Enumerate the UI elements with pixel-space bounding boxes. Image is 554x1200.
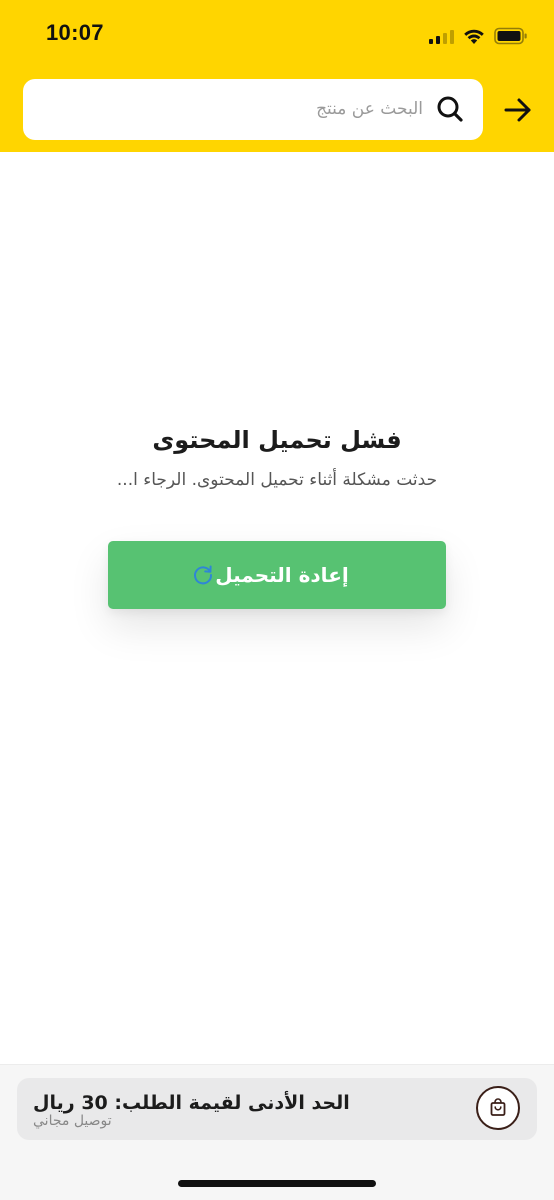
reload-button-label: إعادة التحميل [215, 563, 349, 587]
wifi-icon [464, 29, 484, 44]
status-time: 10:07 [46, 20, 104, 45]
search-icon[interactable] [435, 94, 465, 124]
battery-icon [494, 27, 527, 45]
status-icons [429, 24, 528, 48]
min-order-text: الحد الأدنى لقيمة الطلب: 30 ريال توصيل م… [33, 1090, 350, 1129]
error-state: فشل تحميل المحتوى حدثت مشكلة أثناء تحميل… [0, 420, 554, 494]
cellular-signal-icon [429, 29, 454, 44]
error-title: فشل تحميل المحتوى [152, 426, 402, 454]
refresh-icon [194, 565, 213, 585]
shopping-bag-icon [490, 1098, 506, 1116]
status-bar: 10:07 [0, 0, 554, 70]
min-order-card[interactable]: الحد الأدنى لقيمة الطلب: 30 ريال توصيل م… [17, 1078, 537, 1140]
search-input[interactable] [53, 89, 423, 129]
search-bar[interactable] [23, 79, 483, 140]
cart-button[interactable] [476, 1086, 520, 1130]
reload-button[interactable]: إعادة التحميل [108, 541, 446, 609]
error-message: حدثت مشكلة أثناء تحميل المحتوى. الرجاء ا… [116, 470, 438, 490]
arrow-right-icon[interactable] [500, 94, 536, 126]
home-indicator [178, 1180, 376, 1187]
